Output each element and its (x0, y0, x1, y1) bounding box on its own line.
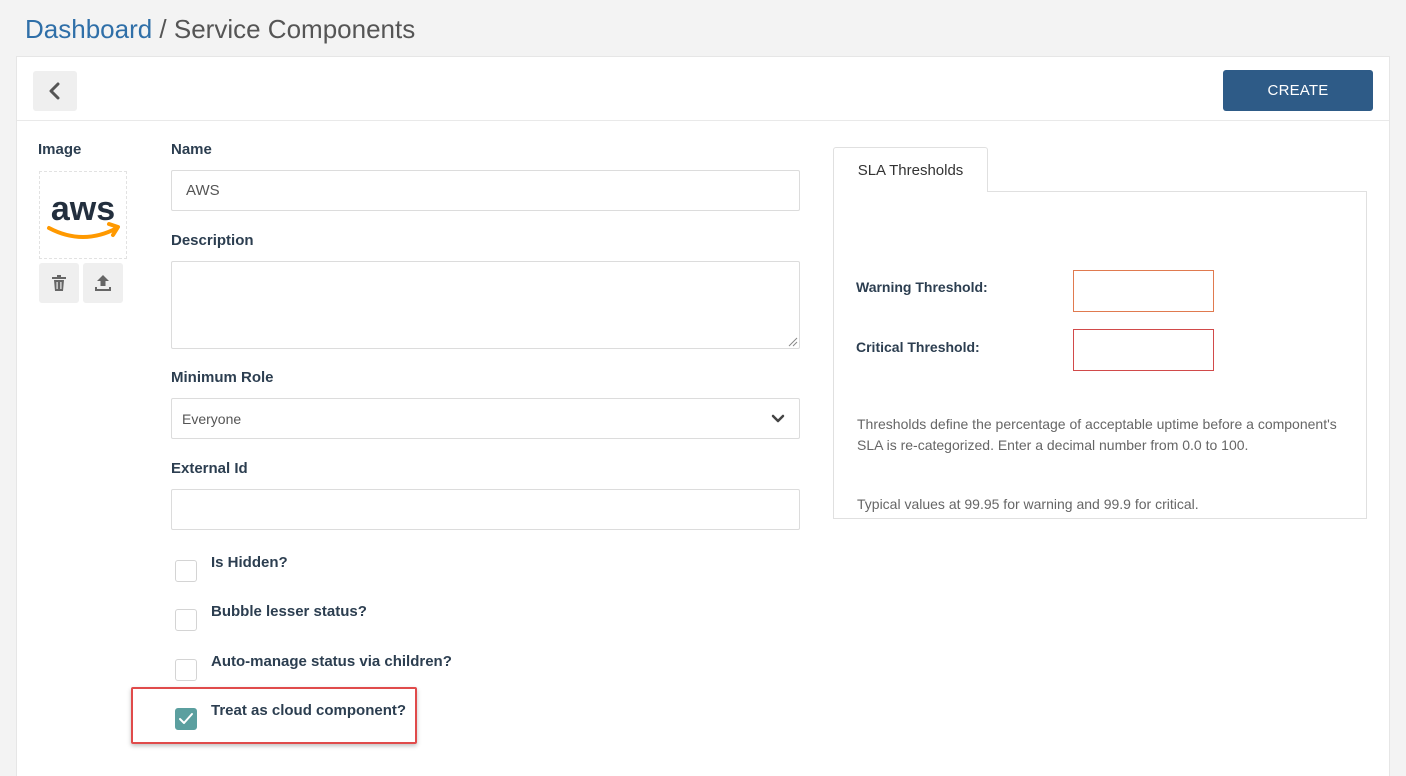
service-component-card: CREATE Image aws Name Description Minimu… (16, 56, 1390, 776)
auto-manage-status-label[interactable]: Auto-manage status via children? (211, 653, 452, 670)
is-hidden-checkbox[interactable] (175, 560, 197, 582)
minimum-role-label: Minimum Role (171, 369, 274, 386)
resize-grip-icon[interactable] (788, 337, 798, 347)
chevron-left-icon (49, 82, 60, 100)
image-label: Image (38, 141, 82, 158)
auto-manage-status-checkbox[interactable] (175, 659, 197, 681)
breadcrumb: Dashboard / Service Components (25, 12, 415, 46)
back-button[interactable] (33, 71, 77, 111)
minimum-role-value: Everyone (182, 410, 242, 427)
trash-icon (52, 275, 66, 291)
auto-manage-row: Auto-manage status via children? (175, 652, 452, 681)
is-hidden-label[interactable]: Is Hidden? (211, 554, 288, 571)
bubble-status-row: Bubble lesser status? (175, 602, 367, 631)
name-label: Name (171, 141, 212, 158)
warning-threshold-input[interactable] (1073, 270, 1214, 312)
breadcrumb-separator: / (152, 14, 174, 44)
image-dropzone[interactable]: aws (39, 171, 127, 259)
highlight-box (131, 687, 417, 744)
bubble-lesser-status-checkbox[interactable] (175, 609, 197, 631)
aws-logo: aws (47, 190, 120, 239)
external-id-label: External Id (171, 460, 248, 477)
minimum-role-select[interactable]: Everyone (171, 398, 800, 439)
sla-help-text: Thresholds define the percentage of acce… (857, 416, 1337, 453)
create-button[interactable]: CREATE (1223, 70, 1373, 111)
description-label: Description (171, 232, 254, 249)
description-textarea[interactable] (171, 261, 800, 349)
external-id-input[interactable] (171, 489, 800, 530)
breadcrumb-dashboard-link[interactable]: Dashboard (25, 14, 152, 44)
svg-text:aws: aws (51, 190, 115, 228)
bubble-lesser-status-label[interactable]: Bubble lesser status? (211, 603, 367, 620)
chevron-down-icon (771, 414, 785, 423)
name-input[interactable] (171, 170, 800, 211)
upload-image-button[interactable] (83, 263, 123, 303)
critical-threshold-label: Critical Threshold: (856, 339, 980, 355)
critical-threshold-input[interactable] (1073, 329, 1214, 371)
tab-sla-thresholds[interactable]: SLA Thresholds (833, 147, 988, 192)
breadcrumb-current: Service Components (173, 14, 416, 44)
upload-icon (95, 275, 111, 291)
sla-panel: Warning Threshold: Critical Threshold: T… (833, 191, 1367, 519)
is-hidden-row: Is Hidden? (175, 553, 288, 582)
sla-typical-values-text: Typical values at 99.95 for warning and … (857, 496, 1199, 512)
delete-image-button[interactable] (39, 263, 79, 303)
toolbar: CREATE (17, 57, 1389, 121)
warning-threshold-label: Warning Threshold: (856, 279, 988, 295)
